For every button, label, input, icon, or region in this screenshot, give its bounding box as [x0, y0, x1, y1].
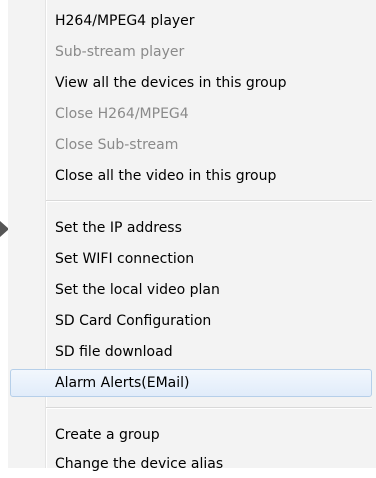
- menu-item-local-video-plan[interactable]: Set the local video plan: [10, 276, 372, 304]
- context-menu: H264/MPEG4 player Sub-stream player View…: [8, 0, 376, 472]
- menu-item-set-wifi[interactable]: Set WIFI connection: [10, 245, 372, 273]
- menu-item-sd-card-config[interactable]: SD Card Configuration: [10, 307, 372, 335]
- menu-item-change-device-alias[interactable]: Change the device alias: [10, 450, 372, 478]
- menu-item-close-all-video[interactable]: Close all the video in this group: [10, 162, 372, 190]
- menu-item-set-ip-address[interactable]: Set the IP address: [10, 214, 372, 242]
- menu-separator: [46, 200, 372, 202]
- menu-item-sd-file-download[interactable]: SD file download: [10, 338, 372, 366]
- menu-item-substream-player: Sub-stream player: [55, 44, 185, 60]
- menu-item-view-all-devices[interactable]: View all the devices in this group: [10, 69, 372, 97]
- menu-item-create-group[interactable]: Create a group: [10, 421, 372, 449]
- menu-separator: [46, 407, 372, 409]
- menu-item-close-substream: Close Sub-stream: [55, 137, 179, 153]
- menu-item-close-h264: Close H264/MPEG4: [55, 106, 189, 122]
- menu-item-h264-player[interactable]: H264/MPEG4 player: [10, 7, 372, 35]
- menu-item-alarm-alerts-email[interactable]: Alarm Alerts(EMail): [10, 369, 372, 397]
